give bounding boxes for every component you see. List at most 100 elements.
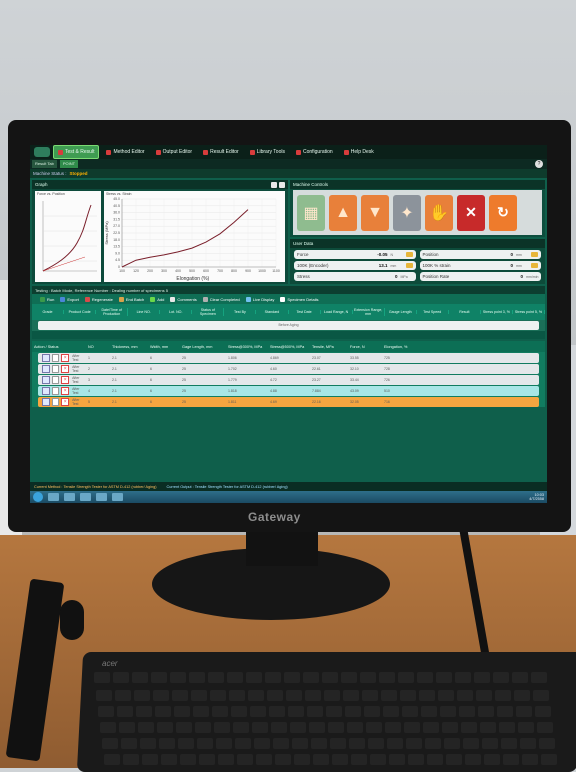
batch-column-header[interactable]: Status of Specimen [192,308,225,316]
edit-icon[interactable] [42,376,50,384]
row-status: After Test [72,365,80,373]
tab-point[interactable]: POINT [59,160,79,168]
specimen-details-button[interactable]: Specimen Details [280,296,318,302]
menu-method-editor[interactable]: Method Editor [102,146,148,158]
run-button[interactable]: Run [40,296,54,302]
batch-column-header[interactable]: Extension Range, mm [353,308,385,316]
zero-button[interactable] [405,263,413,268]
select-checkbox[interactable] [51,387,60,395]
keyboard-key [216,738,232,749]
batch-column-header[interactable]: Test Speed [417,310,449,314]
results-column-header[interactable]: Elongation, % [382,345,420,349]
select-checkbox[interactable] [51,365,60,373]
row-actions: × After Test [38,398,86,406]
keyboard-key [343,690,359,701]
results-column-header[interactable]: Tensile, MPa [310,345,348,349]
close-icon[interactable] [279,181,285,188]
end-batch-button[interactable]: End Batch [118,296,144,302]
result-cell: 33.44 [350,378,359,382]
edit-icon[interactable] [42,365,50,373]
result-row[interactable]: × After Test 1 2.1 6 25 1.806 4.869 23.07 33.55 72… [38,353,539,363]
media-icon[interactable] [80,493,91,501]
edit-icon[interactable] [42,354,50,362]
menu-test-result[interactable]: Test & Result [53,145,100,159]
batch-column-header[interactable]: Test Date [289,310,321,314]
batch-column-header[interactable]: Gauge Length [385,310,417,314]
edit-icon[interactable] [42,387,50,395]
keyboard-key [347,722,363,733]
app-icon[interactable] [96,493,107,501]
ie-icon[interactable] [48,493,59,501]
results-column-header[interactable]: Thickness, mm [110,345,148,349]
select-checkbox[interactable] [51,354,60,362]
batch-column-header[interactable]: Line NO. [128,310,161,314]
jog-button[interactable]: ✋ [425,194,453,231]
results-column-header[interactable]: Stress@500%, MPa [268,345,310,349]
menu-help-desk[interactable]: Help Desk [340,146,378,158]
zero-button[interactable] [531,263,538,268]
batch-column-header[interactable]: Grade [32,310,65,314]
app-menu-button[interactable] [34,147,50,157]
keyboard-key [442,722,458,733]
tab-result[interactable]: Result Tab [32,160,57,168]
batch-column-header[interactable]: Stress point 5, % [513,310,545,314]
machine-status-label: Machine Status : [33,171,67,176]
edit-icon[interactable] [42,398,50,406]
explorer-icon[interactable] [64,493,75,501]
menu-output-editor[interactable]: Output Editor [152,146,196,158]
start-button[interactable] [33,492,43,502]
stop-button[interactable]: ✕ [457,194,485,231]
regenerate-button[interactable]: Regenerate [84,296,113,302]
results-column-header[interactable]: Stress@300%, MPa [226,345,268,349]
zero-button[interactable] [405,252,413,257]
delete-icon[interactable]: × [61,376,70,384]
delete-icon[interactable]: × [61,398,70,406]
batch-column-header[interactable]: Result [449,310,481,314]
menu-library-tools[interactable]: Library Tools [246,146,289,158]
system-clock[interactable]: 10:03 4/7/2558 [529,493,547,501]
delete-icon[interactable]: × [61,387,70,395]
live-display-button[interactable]: Live Display [245,296,274,302]
result-row[interactable]: × After Test 5 2.1 6 25 1.811 4.69 22.16 32.05 716 [38,397,539,407]
zero-button[interactable] [531,252,538,257]
graph-title: Graph [35,182,48,187]
app-icon-2[interactable] [112,493,123,501]
results-column-header[interactable]: Gage Length, mm [180,345,226,349]
print-icon[interactable] [271,181,277,188]
batch-column-header[interactable]: Standard [256,310,289,314]
result-row[interactable]: × After Test 3 2.1 6 25 1.779 4.72 23.27 33.44 726 [38,375,539,385]
result-row[interactable]: × After Test 2 2.1 6 25 1.702 4.60 22.61 32.10 728 [38,364,539,374]
keyboard-key [235,738,251,749]
keyboard-key [463,738,479,749]
reset-button[interactable]: ↻ [489,194,517,231]
select-checkbox[interactable] [51,398,60,406]
batch-column-header[interactable]: Date/Time of Production [96,308,129,316]
batch-column-header[interactable]: Test By [224,310,257,314]
batch-row[interactable]: Before Aging [38,321,539,330]
clear-completed-button[interactable]: Clear Completed [202,296,240,302]
results-column-header[interactable]: Action / Status [32,345,86,349]
batch-column-header[interactable]: Stress point 3, % [481,310,513,314]
menu-configuration[interactable]: Configuration [292,146,337,158]
delete-icon[interactable]: × [61,365,70,373]
add-button[interactable]: Add [150,296,164,302]
batch-column-header[interactable]: Lot. NO. [160,310,193,314]
results-column-header[interactable]: NO [86,345,110,349]
return-button[interactable]: ✦ [393,194,421,231]
comments-button[interactable]: Comments [170,296,197,302]
menu-result-editor[interactable]: Result Editor [199,146,243,158]
help-icon[interactable]: ? [535,160,543,168]
batch-column-header[interactable]: Load Range, N [321,310,353,314]
delete-icon[interactable]: × [61,354,70,362]
manual-control-button[interactable]: ▦ [297,194,325,231]
results-column-header[interactable]: Width, mm [148,345,180,349]
keyboard-key [421,706,437,717]
select-checkbox[interactable] [51,376,60,384]
export-button[interactable]: Export [60,296,79,302]
batch-column-header[interactable]: Product Code [64,310,97,314]
results-column-header[interactable]: Force, N [348,345,382,349]
result-row[interactable]: × After Test 4 2.1 6 25 1.818 4.88 7.884 43.09 510 [38,386,539,396]
move-up-button[interactable]: ▲ [329,194,357,231]
keyboard-key [465,754,481,765]
move-down-button[interactable]: ▼ [361,194,389,231]
